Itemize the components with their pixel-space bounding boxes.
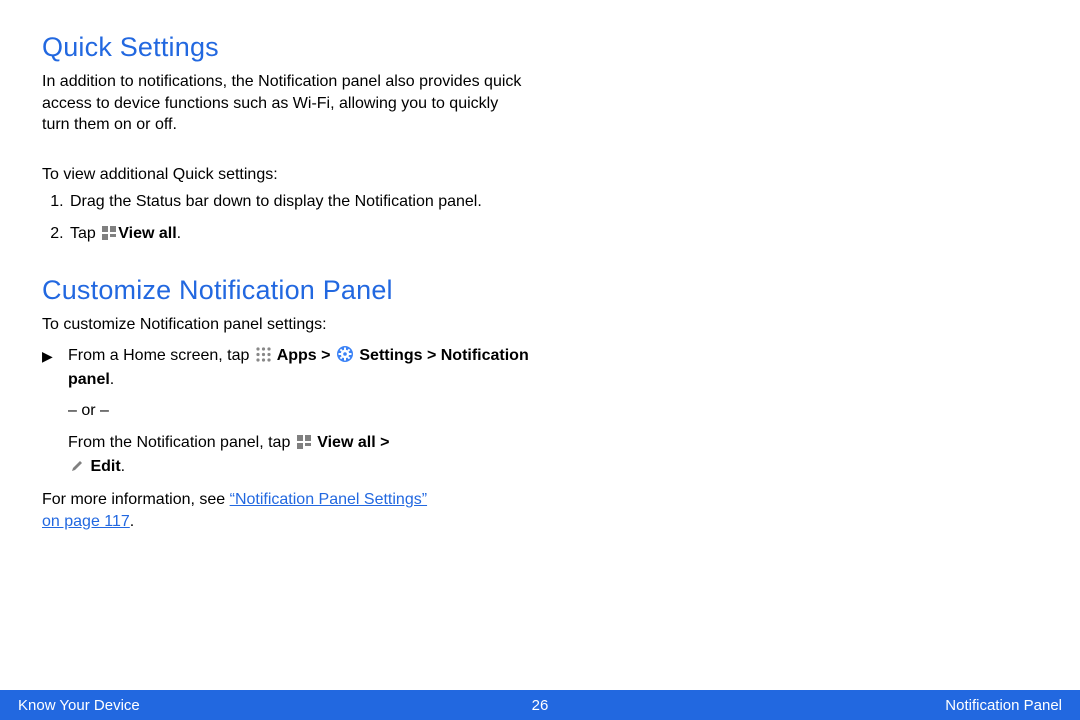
- heading-customize: Customize Notification Panel: [42, 275, 1040, 306]
- footer-page-number: 26: [532, 697, 549, 714]
- line2-suffix: .: [121, 458, 125, 475]
- settings-gear-icon: [337, 346, 353, 369]
- step-2: Tap View all.: [68, 223, 562, 247]
- apps-grid-icon: [256, 347, 271, 369]
- steps-lead: To view additional Quick settings:: [42, 164, 562, 186]
- intro-paragraph: In addition to notifications, the Notifi…: [42, 71, 522, 136]
- line1-suffix: .: [110, 371, 114, 388]
- pencil-edit-icon: [70, 458, 84, 480]
- arrow-bullet-icon: ▶: [42, 345, 68, 390]
- heading-quick-settings: Quick Settings: [42, 32, 1040, 63]
- footer-right: Notification Panel: [548, 697, 1080, 714]
- step-2-suffix: .: [177, 225, 181, 242]
- step-2-viewall: View all: [118, 225, 176, 242]
- or-separator: – or –: [68, 400, 562, 422]
- line2-viewall: View all >: [313, 434, 390, 451]
- step-2-prefix: Tap: [70, 225, 100, 242]
- more-suffix: .: [130, 513, 134, 530]
- line2-edit: Edit: [86, 458, 121, 475]
- procedure-alt: From the Notification panel, tap View al…: [68, 432, 562, 479]
- step-1: Drag the Status bar down to display the …: [68, 191, 562, 213]
- footer-left: Know Your Device: [0, 697, 532, 714]
- tiles-grid-icon: [297, 434, 311, 456]
- more-info: For more information, see “Notification …: [42, 489, 522, 532]
- line2-prefix: From the Notification panel, tap: [68, 434, 295, 451]
- procedure-item: ▶ From a Home screen, tap Apps > Setting…: [42, 345, 562, 390]
- line1-apps: Apps >: [273, 347, 335, 364]
- steps-list: Drag the Status bar down to display the …: [42, 191, 562, 246]
- more-prefix: For more information, see: [42, 491, 230, 508]
- customize-lead: To customize Notification panel settings…: [42, 314, 562, 336]
- tiles-grid-icon: [102, 225, 116, 247]
- line1-prefix: From a Home screen, tap: [68, 347, 254, 364]
- page-footer: Know Your Device 26 Notification Panel: [0, 690, 1080, 720]
